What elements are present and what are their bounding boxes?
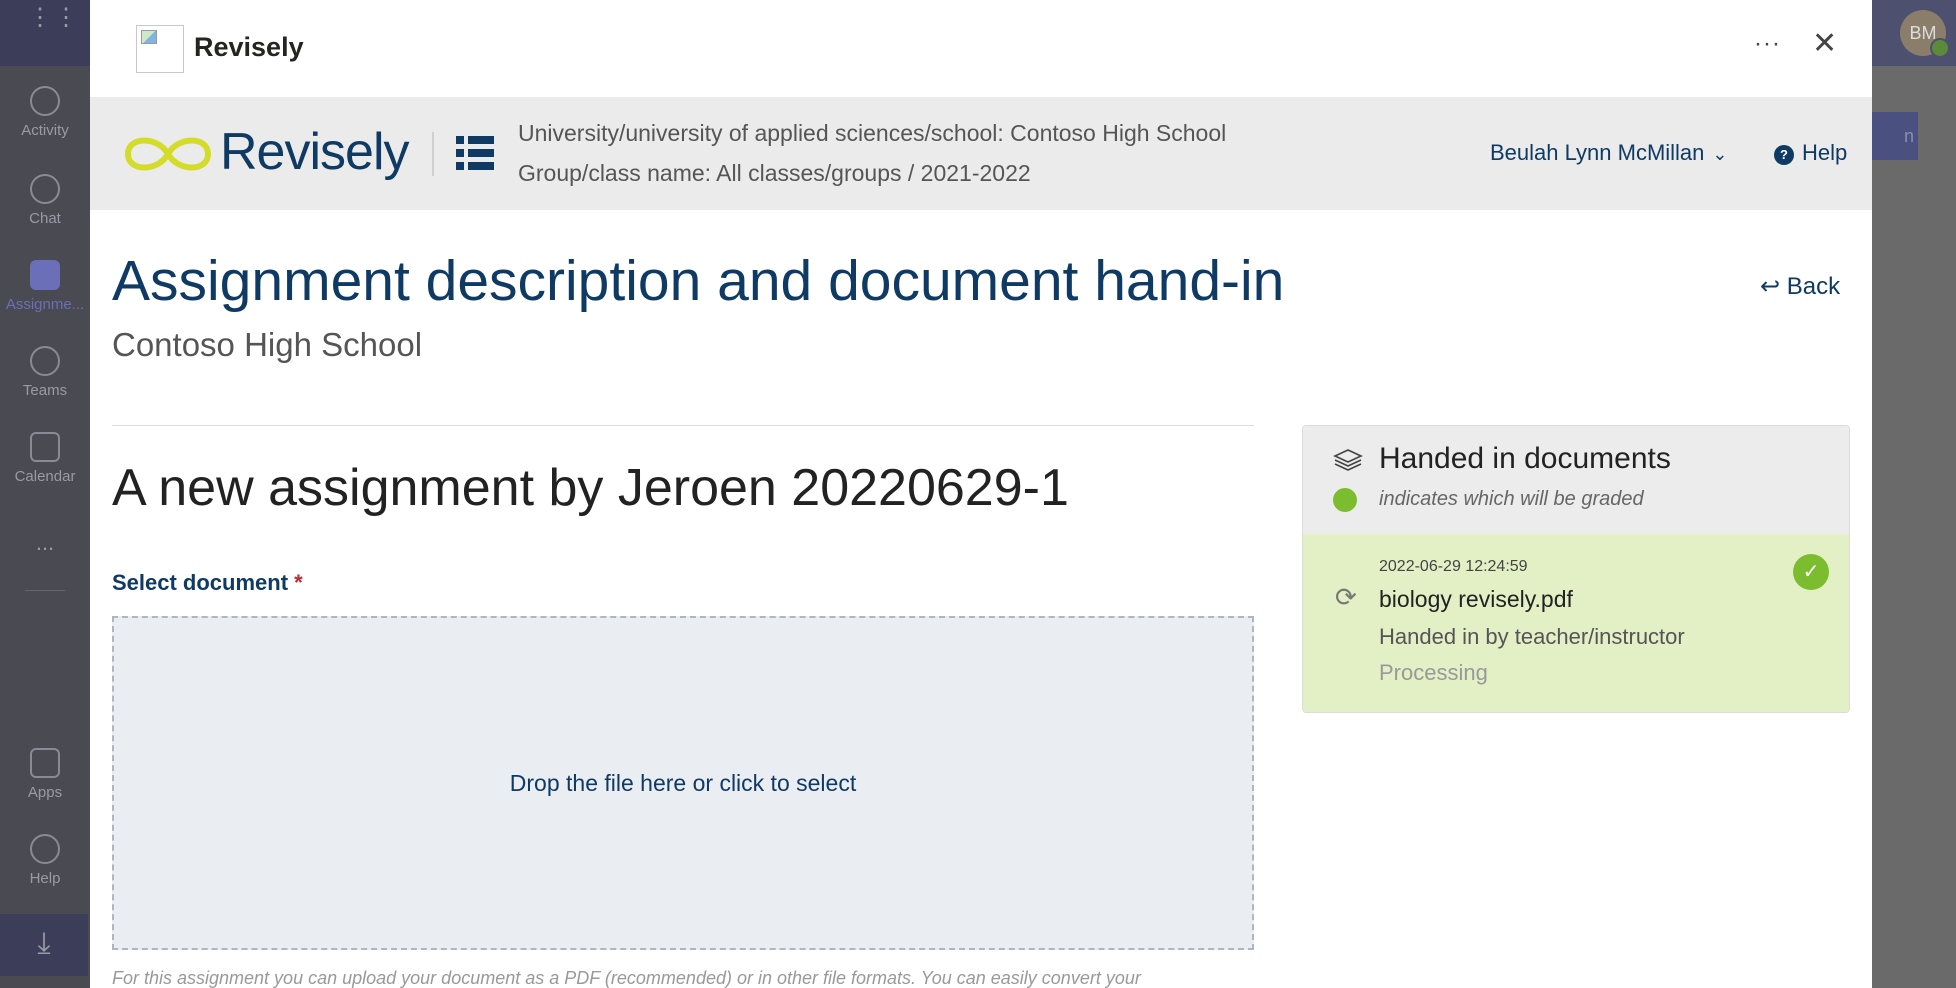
document-filename[interactable]: biology revisely.pdf <box>1379 586 1573 613</box>
handed-in-panel: Handed in documents indicates which will… <box>1302 425 1850 713</box>
background-button: n <box>1872 112 1918 160</box>
dialog-header: Revisely ··· ✕ <box>90 0 1872 97</box>
more-icon: ... <box>35 530 55 555</box>
presence-indicator <box>1930 38 1950 58</box>
graded-legend: indicates which will be graded <box>1379 488 1644 510</box>
section-divider <box>112 425 1254 426</box>
handed-in-document[interactable]: ⟳ 2022-06-29 12:24:59 biology revisely.p… <box>1303 534 1849 712</box>
rail-item-activity[interactable]: Activity <box>0 86 90 139</box>
select-document-text: Select document <box>112 570 289 595</box>
assignment-title: A new assignment by Jeroen 20220629-1 <box>112 459 1069 517</box>
rail-item-label: Apps <box>27 784 63 801</box>
rail-item-help[interactable]: Help <box>0 834 90 887</box>
bell-icon <box>30 86 60 116</box>
teams-icon <box>30 346 60 376</box>
layers-icon <box>1333 449 1363 471</box>
rail-item-label: Chat <box>29 210 61 227</box>
sync-icon: ⟳ <box>1335 582 1357 612</box>
revisely-logo-text: Revisely <box>220 123 409 181</box>
header-divider <box>432 132 434 176</box>
rail-top-bar: ⋮⋮⋮ <box>0 0 104 66</box>
backpack-icon <box>30 260 60 290</box>
checkmark-icon: ✓ <box>1793 554 1829 590</box>
rail-item-label: Assignme... <box>5 296 85 313</box>
calendar-icon <box>30 432 60 462</box>
document-timestamp: 2022-06-29 12:24:59 <box>1379 558 1528 575</box>
back-link[interactable]: ↩ Back <box>1760 272 1840 301</box>
school-subtitle: Contoso High School <box>112 326 423 363</box>
rail-item-label: Teams <box>22 382 68 399</box>
required-asterisk: * <box>294 570 303 595</box>
school-context: University/university of applied science… <box>518 120 1227 146</box>
infinity-logo-icon <box>124 137 212 171</box>
group-context: Group/class name: All classes/groups / 2… <box>518 160 1031 186</box>
handed-in-title: Handed in documents <box>1379 442 1671 475</box>
select-document-label: Select document * <box>112 570 303 596</box>
rail-item-apps[interactable]: Apps <box>0 748 90 801</box>
rail-item-assignments[interactable]: Assignme... <box>0 260 90 313</box>
rail-item-label: Calendar <box>14 468 76 485</box>
reply-arrow-icon: ↩ <box>1760 273 1781 300</box>
handed-in-by: Handed in by teacher/instructor <box>1379 624 1685 649</box>
dropzone-text: Drop the file here or click to select <box>509 769 857 796</box>
rail-item-teams[interactable]: Teams <box>0 346 90 399</box>
chat-icon <box>30 174 60 204</box>
dialog-title: Revisely <box>194 32 304 62</box>
download-icon[interactable]: ⤓ <box>0 914 88 976</box>
rail-item-more[interactable]: ... <box>0 530 90 556</box>
apps-icon <box>30 748 60 778</box>
back-label: Back <box>1786 273 1841 300</box>
file-dropzone[interactable]: Drop the file here or click to select <box>112 616 1254 950</box>
revisely-dialog: Revisely ··· ✕ Revisely University/unive… <box>90 0 1872 988</box>
help-icon <box>30 834 60 864</box>
user-name: Beulah Lynn McMillan <box>1490 140 1705 165</box>
rail-item-calendar[interactable]: Calendar <box>0 432 90 485</box>
graded-indicator-icon <box>1333 488 1357 512</box>
chevron-down-icon: ⌄ <box>1712 144 1728 164</box>
question-icon: ? <box>1774 145 1794 165</box>
user-menu-dropdown[interactable]: Beulah Lynn McMillan ⌄ <box>1490 140 1728 166</box>
upload-instructions: For this assignment you can upload your … <box>112 968 1141 988</box>
help-label: Help <box>1802 140 1848 165</box>
app-logo-image <box>136 25 184 73</box>
rail-divider <box>25 590 65 591</box>
rail-item-label: Activity <box>21 122 69 139</box>
more-options-icon[interactable]: ··· <box>1754 30 1781 58</box>
rail-item-chat[interactable]: Chat <box>0 174 90 227</box>
teams-app-rail: ⋮⋮⋮ Activity Chat Assignme... Teams Cale… <box>0 0 104 988</box>
close-icon[interactable]: ✕ <box>1812 26 1837 61</box>
page-title: Assignment description and document hand… <box>112 249 1285 313</box>
list-menu-icon[interactable] <box>456 136 494 170</box>
rail-item-label: Help <box>29 870 61 887</box>
help-link[interactable]: ? Help <box>1774 140 1847 166</box>
handed-in-header: Handed in documents indicates which will… <box>1303 426 1849 534</box>
processing-status: Processing <box>1379 660 1488 685</box>
